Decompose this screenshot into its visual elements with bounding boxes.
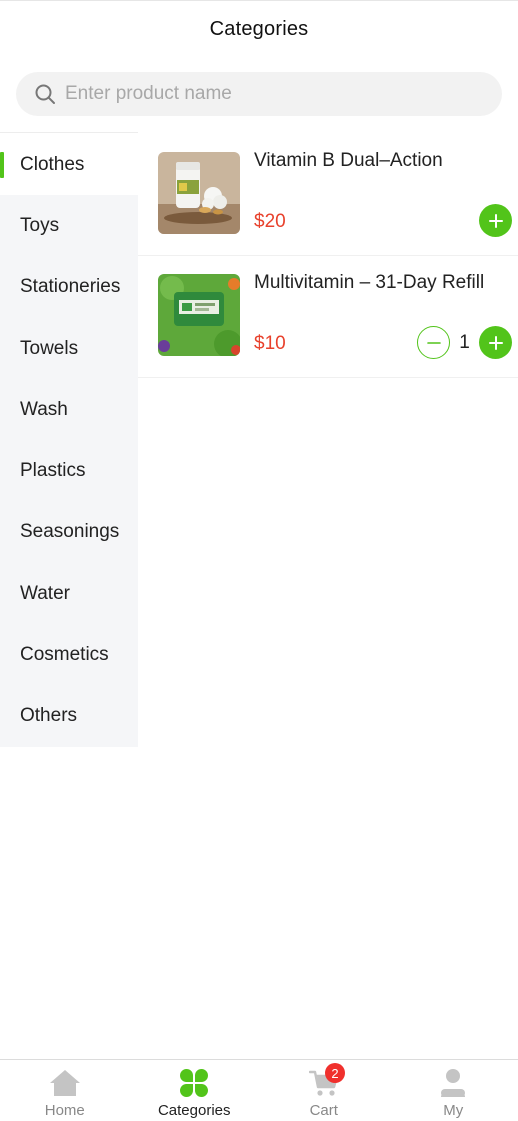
- product-name: Multivitamin – 31-Day Refill: [254, 272, 485, 293]
- sidebar-item-others[interactable]: Others: [0, 685, 138, 747]
- sidebar-item-label: Cosmetics: [20, 644, 109, 666]
- tab-my[interactable]: My: [389, 1060, 518, 1121]
- user-icon: [437, 1067, 469, 1099]
- sidebar-item-stationeries[interactable]: Stationeries: [0, 256, 138, 318]
- sidebar-item-label: Stationeries: [20, 276, 121, 298]
- home-icon: [49, 1067, 81, 1099]
- product-list: Vitamin B Dual–Action $20 Multivitamin –…: [138, 134, 518, 378]
- tab-label: Home: [44, 1102, 85, 1119]
- sidebar-item-label: Water: [20, 582, 70, 604]
- search-bar[interactable]: [16, 72, 502, 116]
- tab-label: Cart: [309, 1102, 338, 1119]
- plus-icon: [488, 213, 503, 228]
- sidebar-item-cosmetics[interactable]: Cosmetics: [0, 624, 138, 686]
- page-title: Categories: [209, 17, 309, 40]
- sidebar-item-label: Wash: [20, 398, 68, 420]
- category-sidebar: Clothes Toys Stationeries Towels Wash Pl…: [0, 134, 138, 747]
- sidebar-item-towels[interactable]: Towels: [0, 317, 138, 380]
- quantity-value: 1: [459, 332, 470, 353]
- add-to-cart-button[interactable]: [479, 204, 512, 237]
- product-price: $20: [254, 211, 286, 232]
- sidebar-item-label: Plastics: [20, 460, 86, 482]
- increase-quantity-button[interactable]: [479, 326, 512, 359]
- product-name: Vitamin B Dual–Action: [254, 150, 443, 171]
- sidebar-item-label: Others: [20, 705, 78, 727]
- sidebar-item-wash[interactable]: Wash: [0, 379, 138, 441]
- sidebar-item-water[interactable]: Water: [0, 563, 138, 625]
- decrease-quantity-button[interactable]: [417, 326, 450, 359]
- product-price: $10: [254, 333, 286, 354]
- product-card[interactable]: Multivitamin – 31-Day Refill $10 1: [138, 256, 518, 378]
- bottom-tab-bar: Home Categories 2 Cart My: [0, 1059, 518, 1121]
- product-image: [158, 274, 240, 356]
- sidebar-item-plastics[interactable]: Plastics: [0, 440, 138, 502]
- tab-label: Categories: [157, 1102, 231, 1119]
- search-input[interactable]: [65, 83, 465, 105]
- product-image: [158, 152, 240, 234]
- sidebar-item-toys[interactable]: Toys: [0, 195, 138, 257]
- tab-categories[interactable]: Categories: [130, 1060, 260, 1121]
- plus-icon: [488, 335, 503, 350]
- sidebar-item-clothes[interactable]: Clothes: [0, 134, 138, 196]
- sidebar-item-label: Seasonings: [20, 521, 120, 543]
- product-card[interactable]: Vitamin B Dual–Action $20: [138, 134, 518, 256]
- tab-cart[interactable]: 2 Cart: [259, 1060, 389, 1121]
- clover-icon: [178, 1067, 210, 1099]
- sidebar-item-label: Towels: [20, 337, 79, 359]
- sidebar-item-label: Toys: [20, 214, 60, 236]
- sidebar-item-seasonings[interactable]: Seasonings: [0, 501, 138, 564]
- search-icon: [34, 83, 56, 105]
- cart-count-badge: 2: [325, 1063, 345, 1083]
- sidebar-item-label: Clothes: [20, 153, 85, 175]
- sidebar-divider: [0, 132, 138, 133]
- tab-label: My: [443, 1102, 464, 1119]
- minus-icon: [426, 341, 441, 344]
- tab-home[interactable]: Home: [0, 1060, 130, 1121]
- page-header: Categories: [0, 0, 518, 58]
